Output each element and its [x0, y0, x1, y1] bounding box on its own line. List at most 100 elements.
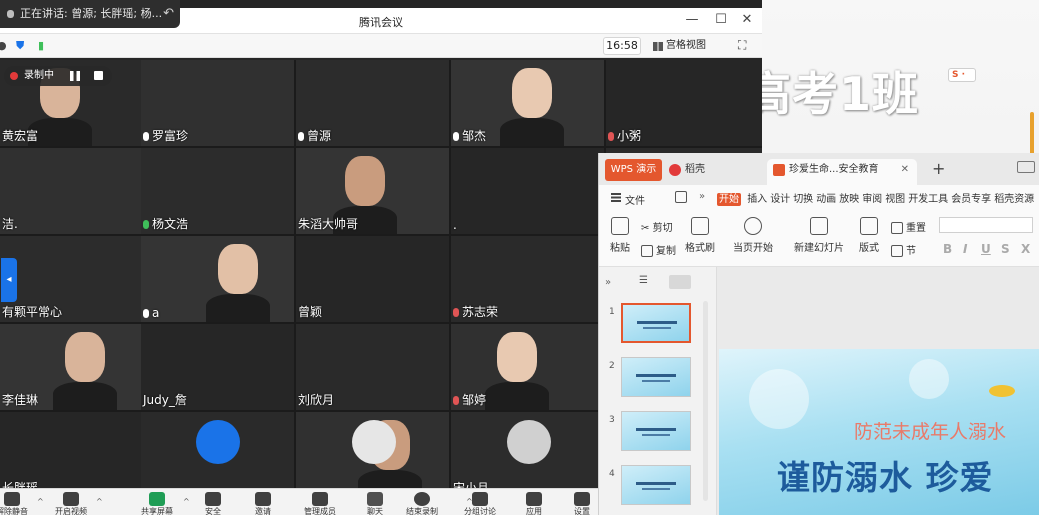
section-button[interactable]: 节 — [891, 242, 916, 257]
toolbar-members-button[interactable]: 管理成员(31) — [300, 492, 340, 515]
thumbnail-view-icon[interactable] — [669, 275, 691, 289]
underline-icon[interactable]: U — [981, 242, 991, 256]
toolbar-settings-button[interactable]: 设置 — [562, 492, 602, 515]
menu-item[interactable]: 视图 — [885, 194, 905, 205]
section-label: 节 — [906, 246, 916, 257]
video-tile[interactable]: 邹婷 — [451, 324, 604, 410]
video-tile[interactable]: 有颗平常心 — [0, 236, 153, 322]
close-icon[interactable]: ✕ — [737, 12, 757, 27]
font-name-select[interactable] — [939, 217, 1033, 233]
info-icon[interactable]: ● — [0, 39, 7, 52]
fullscreen-icon[interactable]: ⛶ — [738, 38, 746, 53]
thumbnail-subtitle-bar — [642, 380, 670, 382]
reset-button[interactable]: 重置 — [891, 219, 926, 234]
tab-store[interactable]: 稻壳 — [669, 159, 705, 185]
menu-item[interactable]: 设计 — [770, 194, 790, 205]
video-tile[interactable]: 长胖瑶 — [0, 412, 153, 498]
menu-item[interactable]: 动画 — [816, 194, 836, 205]
strikethrough-icon[interactable]: S — [1001, 242, 1010, 256]
format-painter-button[interactable]: 格式刷 — [685, 217, 715, 254]
slide-thumbnail[interactable] — [621, 465, 691, 505]
thumbnail-title-bar — [637, 321, 677, 324]
new-tab-icon[interactable]: + — [932, 159, 945, 178]
menu-start[interactable]: 开始 — [717, 193, 741, 206]
toolbar-invite-button[interactable]: 邀请 — [243, 492, 283, 515]
close-tab-icon[interactable]: ✕ — [901, 159, 909, 181]
brush-icon — [691, 217, 709, 235]
participant-video — [206, 294, 270, 322]
tab-document[interactable]: 珍爱生命...安全教育 ✕ — [767, 159, 917, 185]
grid-view-button[interactable]: 宫格视图 — [650, 37, 722, 55]
slide-thumbnail[interactable] — [621, 303, 691, 343]
toolbar-record-button[interactable]: 结束录制 — [402, 492, 442, 515]
toolbar-microphone-button[interactable]: 解除静音 — [0, 492, 32, 515]
menu-file[interactable]: 文件 — [625, 192, 645, 207]
chevron-up-icon[interactable]: ^ — [466, 497, 473, 506]
side-scroll-handle[interactable] — [1030, 112, 1034, 158]
tablet-mode-icon[interactable] — [1017, 161, 1035, 173]
italic-icon[interactable]: I — [963, 242, 967, 256]
thumbnail-scrollbar[interactable] — [703, 301, 708, 501]
menu-item[interactable]: 审阅 — [862, 194, 882, 205]
stop-recording-icon[interactable] — [94, 71, 103, 80]
video-tile[interactable]: 刘欣月 — [296, 324, 449, 410]
collapse-icon[interactable]: ↶ — [163, 0, 174, 28]
home-icon[interactable] — [675, 191, 687, 203]
participant-name-text: a — [152, 306, 160, 320]
video-tile[interactable]: 罗富珍 — [141, 60, 294, 146]
video-tile[interactable]: 朱滔大帅哥 — [296, 148, 449, 234]
copy-button[interactable]: 复制 — [641, 242, 676, 257]
wps-logo[interactable]: WPS 演示 — [605, 159, 662, 181]
menu-item[interactable]: 开发工具 — [908, 194, 948, 205]
layout-label: 版式 — [859, 243, 879, 254]
bold-icon[interactable]: B — [943, 242, 952, 256]
menu-item[interactable]: 放映 — [839, 194, 859, 205]
panel-collapse-icon[interactable]: » — [605, 277, 611, 288]
cut-button[interactable]: ✂ 剪切 — [641, 219, 673, 234]
maximize-icon[interactable]: ☐ — [711, 12, 731, 27]
chevron-up-icon[interactable]: ^ — [37, 497, 44, 506]
shield-icon[interactable]: ⛊ — [16, 39, 24, 53]
meeting-clock: 16:58 — [603, 37, 641, 55]
toolbar-share-screen-button[interactable]: 共享屏幕 — [137, 492, 177, 515]
new-slide-button[interactable]: 新建幻灯片 — [789, 217, 849, 254]
layout-button[interactable]: 版式 — [855, 217, 883, 254]
outline-view-icon[interactable]: ☰ — [639, 275, 661, 289]
video-tile[interactable]: Judy_詹 — [141, 324, 294, 410]
video-tile[interactable]: 杨文浩 — [141, 148, 294, 234]
video-tile[interactable]: 李佳琳 — [0, 324, 153, 410]
video-tile[interactable]: 苏志荣 — [451, 236, 604, 322]
video-tile[interactable]: 邹杰 — [451, 60, 604, 146]
participant-name: Judy_詹 — [143, 391, 187, 408]
signal-icon[interactable]: ▮ — [38, 39, 44, 52]
menu-item[interactable]: 插入 — [747, 194, 767, 205]
menu-item[interactable]: 稻壳资源 — [994, 194, 1034, 205]
video-tile[interactable]: . — [451, 148, 604, 234]
minimize-icon[interactable]: — — [682, 12, 702, 27]
side-panel-toggle[interactable]: ◂ — [1, 258, 17, 302]
menu-item[interactable]: 会员专享 — [951, 194, 991, 205]
slide-thumbnail[interactable] — [621, 357, 691, 397]
toolbar-apps-button[interactable]: 应用 — [514, 492, 554, 515]
paste-button[interactable]: 粘贴 — [607, 217, 633, 254]
chevron-up-icon[interactable]: ^ — [96, 497, 103, 506]
current-slide[interactable]: 防范未成年人溺水 谨防溺水 珍爱 — [719, 349, 1039, 515]
superscript-icon[interactable]: X — [1021, 242, 1030, 256]
video-tile[interactable]: 洁. — [0, 148, 153, 234]
video-tile[interactable]: 小粥 — [606, 60, 762, 146]
wps-tab-bar: WPS 演示 稻壳 珍爱生命...安全教育 ✕ + — [599, 153, 1039, 185]
pause-recording-icon[interactable] — [70, 71, 80, 81]
toolbar-shield-button[interactable]: 安全 — [193, 492, 233, 515]
menu-icon[interactable] — [611, 193, 621, 202]
decor-bubble — [909, 359, 949, 399]
more-chevron-icon[interactable]: » — [699, 191, 705, 202]
toolbar-camera-button[interactable]: 开启视频 — [51, 492, 91, 515]
slide-thumbnail[interactable] — [621, 411, 691, 451]
video-tile[interactable]: 曾颖 — [296, 236, 449, 322]
toolbar-chat-button[interactable]: 聊天 — [355, 492, 395, 515]
video-tile[interactable]: a — [141, 236, 294, 322]
play-from-current-button[interactable]: 当页开始 — [729, 217, 777, 254]
video-tile[interactable]: 曾源 — [296, 60, 449, 146]
chevron-up-icon[interactable]: ^ — [183, 497, 190, 506]
menu-item[interactable]: 切换 — [793, 194, 813, 205]
